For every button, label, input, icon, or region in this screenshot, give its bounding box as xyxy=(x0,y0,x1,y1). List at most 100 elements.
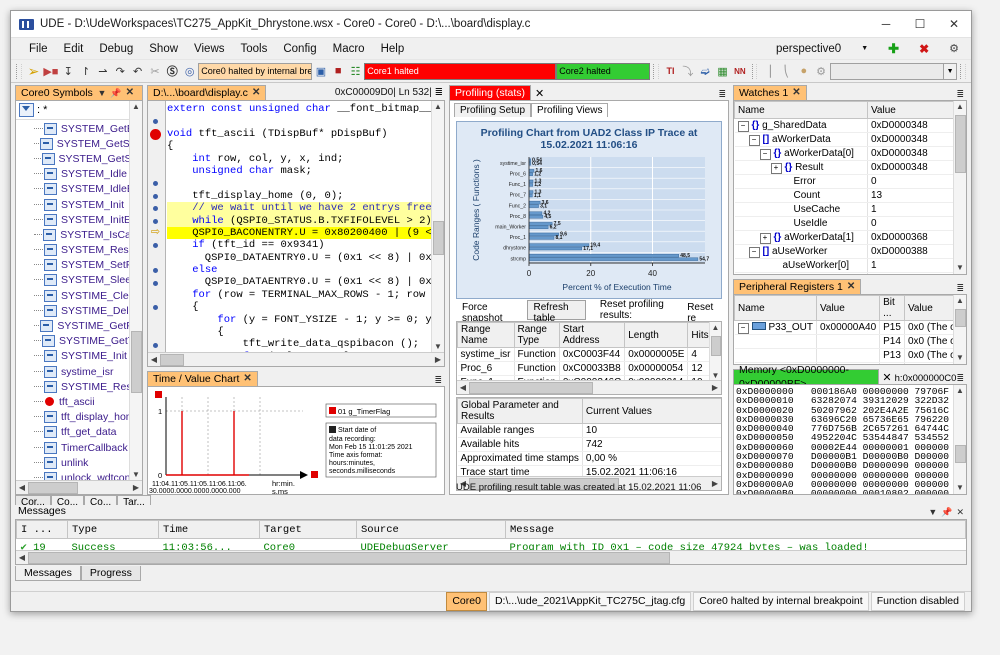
watches-vscrollbar[interactable]: ▲ ▼ xyxy=(953,101,966,274)
globals-table-container[interactable]: Global Parameter and Results Current Valu… xyxy=(456,397,722,491)
close-icon[interactable]: ✕ xyxy=(126,86,134,100)
table-row[interactable]: Error 0 xyxy=(734,174,954,189)
tab-profiling-stats[interactable]: Profiling (stats) xyxy=(449,85,532,100)
table-row[interactable]: UseCache 1 xyxy=(734,202,954,217)
close-icon[interactable]: ✕ xyxy=(243,372,251,386)
table-row[interactable]: −P33_OUT0x00000A40P150x0 (The output... xyxy=(734,320,966,335)
code-area[interactable]: extern const unsigned char __font_bitmap… xyxy=(167,103,431,353)
menu-file[interactable]: File xyxy=(21,41,56,57)
profiling-start-icon[interactable]: ⎟ xyxy=(760,62,777,80)
profiling-stop-icon[interactable]: ⎝ xyxy=(778,62,795,80)
code-line[interactable]: QSPI0_BACONENTRY.U = 0x80200400 | (9 << … xyxy=(167,226,431,240)
flash-icon[interactable]: ➫ xyxy=(697,62,714,80)
symbol-tree-item[interactable]: systime_isr xyxy=(16,364,142,379)
memory-dump[interactable]: 0xD0000000 000186A0 00000000 79706F 0xD0… xyxy=(734,385,966,494)
column-header[interactable]: Start Address xyxy=(558,322,626,348)
editor-body[interactable]: ⇨ extern const unsigned char __font_bitm… xyxy=(147,100,445,367)
code-line[interactable] xyxy=(167,115,431,127)
symbols-vscrollbar[interactable]: ▲ ▼ xyxy=(129,101,142,481)
column-header[interactable]: Length xyxy=(624,322,689,348)
chevron-down-icon[interactable]: ▼ xyxy=(943,63,957,79)
code-line[interactable]: int row, col, y, x, ind; xyxy=(167,153,431,165)
table-row[interactable]: Available ranges 10 xyxy=(457,423,721,438)
table-row[interactable]: −{} aWorkerData[0] 0xD0000348 xyxy=(734,146,954,161)
line-marker-icon[interactable] xyxy=(153,181,158,187)
chevron-down-icon[interactable]: ▼ xyxy=(853,43,876,54)
step-into-icon[interactable]: ↧ xyxy=(60,62,77,80)
reset-results-button[interactable]: Reset re xyxy=(681,301,722,324)
code-line[interactable]: { xyxy=(167,140,431,152)
pin-icon[interactable]: 📌 xyxy=(110,86,121,100)
column-header[interactable]: Message xyxy=(505,520,966,539)
column-header[interactable]: Range Name xyxy=(457,322,515,348)
table-row[interactable]: −{} g_SharedData 0xD0000348 xyxy=(734,118,954,133)
tab-peripheral-registers-1[interactable]: Peripheral Registers 1 ✕ xyxy=(733,279,862,294)
symbol-combo[interactable]: ▼ xyxy=(829,62,958,80)
table-row[interactable]: P140x0 (The output... xyxy=(734,334,966,349)
target-interface-icon[interactable]: TI xyxy=(662,62,679,80)
scroll-down-icon[interactable]: ▼ xyxy=(954,482,966,494)
hscroll-thumb[interactable] xyxy=(28,481,78,494)
table-row[interactable]: Count 13 xyxy=(734,188,954,203)
scroll-up-icon[interactable]: ▲ xyxy=(954,101,966,113)
status-config[interactable]: D:\...\ude_2021\AppKit_TC275C_jtag.cfg xyxy=(488,592,692,611)
table-row[interactable]: P130x0 (The output... xyxy=(734,348,966,363)
delete-perspective-icon[interactable]: ✖ xyxy=(911,40,937,58)
scroll-right-icon[interactable]: ▶ xyxy=(130,483,142,492)
symbol-tree-item[interactable]: SYSTEM_GetSys xyxy=(16,151,142,166)
column-header[interactable]: I ... xyxy=(16,520,68,539)
symbol-tree-item[interactable]: SYSTEM_Idle xyxy=(16,167,142,182)
editor-menu-icon[interactable]: ≣ xyxy=(435,87,443,98)
tab-memory[interactable]: Memory <0xD0000000-0xD00000BF> xyxy=(733,364,880,390)
symbol-tree-item[interactable]: SYSTEM_IsCach xyxy=(16,227,142,242)
peripheral-body[interactable]: Name Value Bit ... Value − P33_OUT 0x00000A40… xyxy=(733,294,967,365)
column-header[interactable]: Type xyxy=(67,520,159,539)
column-header[interactable]: Source xyxy=(356,520,506,539)
add-perspective-icon[interactable]: ✚ xyxy=(880,39,907,59)
chevron-down-icon[interactable]: ▼ xyxy=(97,86,106,100)
memory-address-field[interactable]: h:0x000000C0 xyxy=(895,373,957,384)
filter-input[interactable]: * xyxy=(43,104,47,116)
core1-state[interactable]: Core1 halted xyxy=(364,62,557,80)
subtab-profiling-views[interactable]: Profiling Views xyxy=(531,103,609,117)
pin-icon[interactable]: 📌 xyxy=(941,507,952,518)
hscroll-thumb[interactable] xyxy=(469,381,593,394)
symbol-tree-item[interactable]: tft_ascii xyxy=(16,394,142,409)
subtab-profiling-setup[interactable]: Profiling Setup xyxy=(454,103,532,117)
stop-icon[interactable]: ▶■ xyxy=(42,62,59,80)
tab-watches-1[interactable]: Watches 1 ✕ xyxy=(733,85,807,100)
program-flash-icon[interactable]: ▦ xyxy=(714,62,731,80)
column-header[interactable]: Current Values xyxy=(581,398,721,424)
column-header[interactable]: Bit ... xyxy=(879,295,905,321)
code-line[interactable]: else xyxy=(167,264,431,276)
symbol-tree-item[interactable]: tft_display_hom xyxy=(16,410,142,425)
toolbar-grip-4[interactable] xyxy=(960,63,966,79)
messages-tab[interactable]: Progress xyxy=(80,566,141,581)
timechart-menu-icon[interactable]: ≣ xyxy=(434,375,442,386)
step-return-icon[interactable]: ↶ xyxy=(129,62,146,80)
line-marker-icon[interactable] xyxy=(153,243,158,249)
close-icon[interactable]: ✕ xyxy=(252,86,260,100)
table-row[interactable]: Available hits 742 xyxy=(457,437,721,452)
disconnect-icon[interactable]: ⤵ xyxy=(679,62,696,80)
profiling-chart[interactable]: Profiling Chart from UAD2 Class IP Trace… xyxy=(456,121,722,299)
breakpoint-icon[interactable] xyxy=(45,397,54,407)
time-value-plot[interactable]: 1 0 11:04.11:05.11:05.11:06.11:06. 30.00… xyxy=(148,387,444,495)
line-marker-icon[interactable] xyxy=(153,280,158,286)
force-snapshot-button[interactable]: Force snapshot xyxy=(456,301,521,324)
symbol-tree-item[interactable]: SYSTEM_IdleExt xyxy=(16,182,142,197)
core2-state[interactable]: Core2 halted xyxy=(556,62,650,80)
column-header[interactable]: Name xyxy=(734,295,817,321)
maximize-button[interactable]: ☐ xyxy=(903,11,937,37)
scroll-right-icon[interactable]: ▶ xyxy=(432,355,444,364)
symbol-tree-item[interactable]: SYSTEM_GetStrn xyxy=(16,136,142,151)
peripheral-menu-icon[interactable]: ≣ xyxy=(956,283,964,294)
symbol-tree-item[interactable]: SYSTEM_InitExt xyxy=(16,212,142,227)
vscroll-thumb[interactable] xyxy=(955,445,966,463)
symbol-tree-item[interactable]: SYSTEM_Init xyxy=(16,197,142,212)
settings2-icon[interactable]: ⚙ xyxy=(812,62,829,80)
filter-icon[interactable] xyxy=(19,103,34,117)
code-line[interactable]: QSPI0_DATAENTRY0.U = (0x1 << 8) | 0x2C; xyxy=(167,252,431,264)
code-line[interactable] xyxy=(167,177,431,189)
status-core[interactable]: Core0 xyxy=(446,592,487,611)
